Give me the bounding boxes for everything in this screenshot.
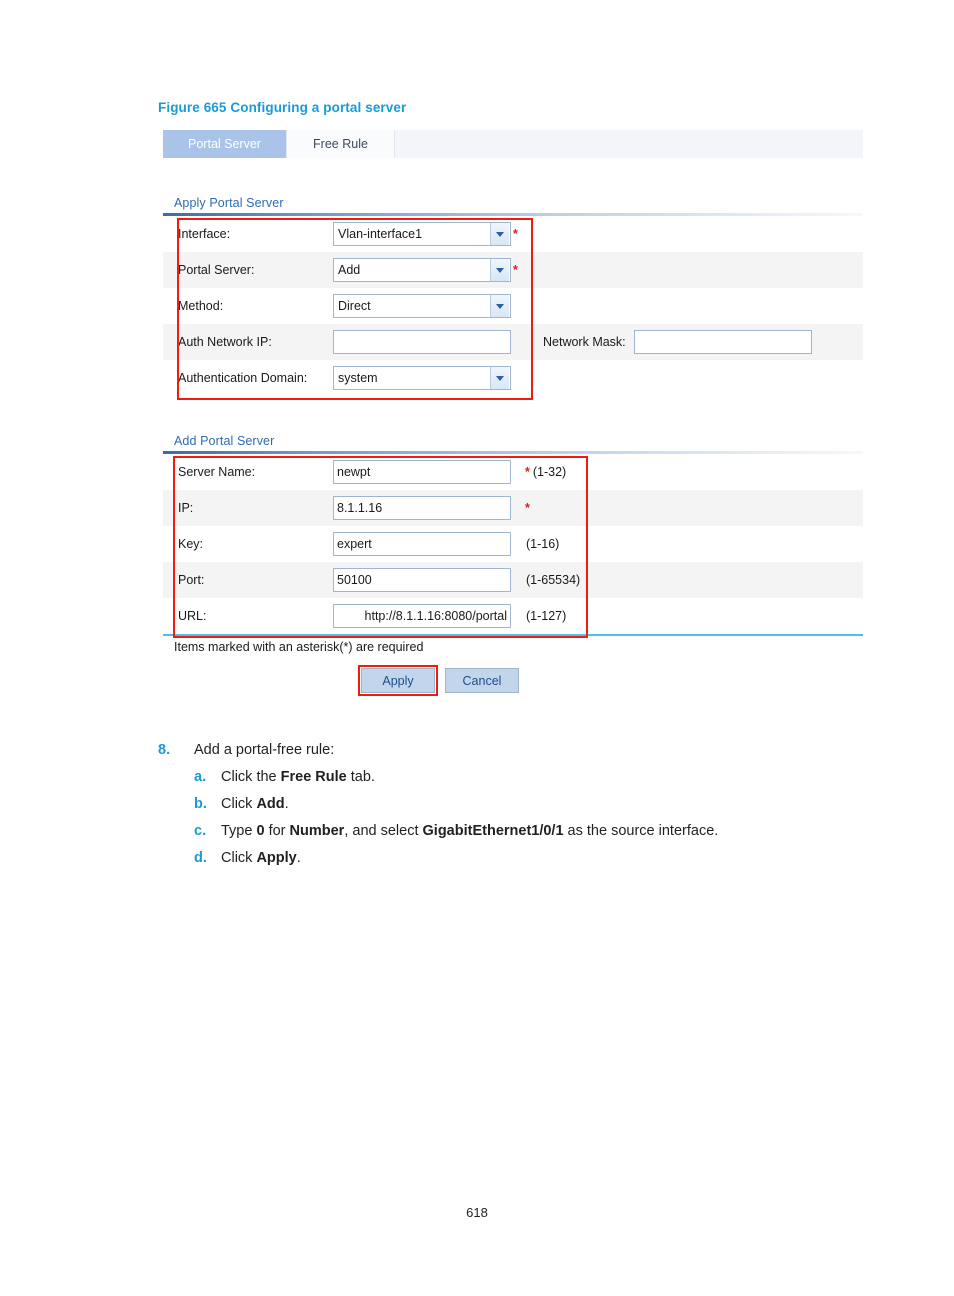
row-ip: IP: 8.1.1.16 * xyxy=(163,490,863,526)
substep-c-text: Type 0 for Number, and select GigabitEth… xyxy=(221,823,719,839)
chevron-down-icon[interactable] xyxy=(490,223,509,245)
substep-c-marker: c. xyxy=(194,823,207,839)
server-name-range: (1-32) xyxy=(532,465,567,479)
row-method: Method: Direct xyxy=(163,288,863,324)
row-portal-server: Portal Server: Add * xyxy=(163,252,863,288)
key-range: (1-16) xyxy=(526,537,560,551)
row-url: URL: http://8.1.1.16:8080/portal (1-127) xyxy=(163,598,863,634)
apply-portal-server-section: Apply Portal Server Interface: Vlan-inte… xyxy=(163,196,863,400)
field-ip: 8.1.1.16 xyxy=(333,496,523,520)
add-portal-server-title: Add Portal Server xyxy=(174,434,275,448)
field-url: http://8.1.1.16:8080/portal xyxy=(333,604,523,628)
required-asterisk: * xyxy=(513,263,518,277)
field-server-name: newpt xyxy=(333,460,523,484)
substep-a-text: Click the Free Rule tab. xyxy=(221,769,375,785)
document-page: Figure 665 Configuring a portal server P… xyxy=(0,0,954,1296)
required-note: Items marked with an asterisk(*) are req… xyxy=(174,640,424,654)
chevron-down-icon[interactable] xyxy=(490,367,509,389)
tab-bar: Portal Server Free Rule xyxy=(163,130,863,158)
row-authentication-domain: Authentication Domain: system xyxy=(163,360,863,396)
label-authentication-domain: Authentication Domain: xyxy=(178,371,308,385)
tab-portal-server-label: Portal Server xyxy=(188,137,261,151)
field-authentication-domain: system xyxy=(333,366,523,390)
label-ip: IP: xyxy=(178,501,194,515)
apply-button[interactable]: Apply xyxy=(361,668,435,693)
label-port: Port: xyxy=(178,573,205,587)
button-row: Apply Cancel xyxy=(163,665,863,696)
chevron-down-icon[interactable] xyxy=(490,295,509,317)
tab-free-rule-label: Free Rule xyxy=(313,137,368,151)
instruction-list: 8. Add a portal-free rule: a. Click the … xyxy=(158,737,858,872)
row-interface: Interface: Vlan-interface1 * xyxy=(163,216,863,252)
figure-caption: Figure 665 Configuring a portal server xyxy=(158,100,407,115)
chevron-down-icon[interactable] xyxy=(490,259,509,281)
portal-server-select-value: Add xyxy=(338,263,361,277)
port-input[interactable]: 50100 xyxy=(333,568,511,592)
field-auth-network-ip xyxy=(333,330,523,354)
page-number: 618 xyxy=(466,1205,488,1220)
url-range: (1-127) xyxy=(526,609,567,623)
row-key: Key: expert (1-16) xyxy=(163,526,863,562)
field-key: expert xyxy=(333,532,523,556)
auth-network-ip-input[interactable] xyxy=(333,330,511,354)
method-select[interactable]: Direct xyxy=(333,294,511,318)
add-portal-server-rows: Server Name: newpt * (1-32) IP: 8.1.1.16… xyxy=(163,454,863,634)
portal-server-select[interactable]: Add xyxy=(333,258,511,282)
interface-select[interactable]: Vlan-interface1 xyxy=(333,222,511,246)
server-name-input[interactable]: newpt xyxy=(333,460,511,484)
substep-b: b. Click Add. xyxy=(158,791,858,818)
field-interface: Vlan-interface1 * xyxy=(333,222,523,246)
interface-select-value: Vlan-interface1 xyxy=(338,227,423,241)
substep-a-marker: a. xyxy=(194,769,207,785)
field-portal-server: Add * xyxy=(333,258,523,282)
label-method: Method: xyxy=(178,299,224,313)
row-port: Port: 50100 (1-65534) xyxy=(163,562,863,598)
substep-c: c. Type 0 for Number, and select Gigabit… xyxy=(158,818,858,845)
step-8-marker: 8. xyxy=(158,742,171,758)
field-method: Direct xyxy=(333,294,523,318)
network-mask-input[interactable] xyxy=(633,330,812,354)
label-server-name: Server Name: xyxy=(178,465,256,479)
substep-b-text: Click Add. xyxy=(221,796,289,812)
label-auth-network-ip: Auth Network IP: xyxy=(178,335,272,349)
method-select-value: Direct xyxy=(338,299,371,313)
substep-a: a. Click the Free Rule tab. xyxy=(158,764,858,791)
label-interface: Interface: xyxy=(178,227,231,241)
ip-input[interactable]: 8.1.1.16 xyxy=(333,496,511,520)
step-8-text: Add a portal-free rule: xyxy=(194,742,335,758)
step-8: 8. Add a portal-free rule: xyxy=(158,737,858,764)
required-asterisk: * xyxy=(525,465,530,479)
tab-bar-filler xyxy=(395,130,863,158)
label-network-mask: Network Mask: xyxy=(543,335,626,349)
key-input[interactable]: expert xyxy=(333,532,511,556)
tab-portal-server[interactable]: Portal Server xyxy=(163,130,287,158)
authentication-domain-select-value: system xyxy=(338,371,378,385)
url-input[interactable]: http://8.1.1.16:8080/portal xyxy=(333,604,511,628)
apply-portal-server-rows: Interface: Vlan-interface1 * Portal Serv… xyxy=(163,216,863,396)
add-portal-server-section: Add Portal Server Server Name: newpt * (… xyxy=(163,434,863,638)
label-url: URL: xyxy=(178,609,207,623)
required-asterisk: * xyxy=(513,227,518,241)
ui-screenshot: Portal Server Free Rule Apply Portal Ser… xyxy=(163,130,863,696)
port-range: (1-65534) xyxy=(526,573,581,587)
substep-d-text: Click Apply. xyxy=(221,850,301,866)
row-server-name: Server Name: newpt * (1-32) xyxy=(163,454,863,490)
field-port: 50100 xyxy=(333,568,523,592)
required-asterisk: * xyxy=(525,501,530,515)
row-auth-network-ip: Auth Network IP: Network Mask: xyxy=(163,324,863,360)
tab-free-rule[interactable]: Free Rule xyxy=(287,130,395,158)
network-mask-group: Network Mask: xyxy=(543,330,812,354)
substep-b-marker: b. xyxy=(194,796,207,812)
label-key: Key: xyxy=(178,537,204,551)
apply-button-wrap: Apply xyxy=(358,665,438,696)
authentication-domain-select[interactable]: system xyxy=(333,366,511,390)
substep-d: d. Click Apply. xyxy=(158,845,858,872)
cancel-button[interactable]: Cancel xyxy=(445,668,519,693)
apply-portal-server-title: Apply Portal Server xyxy=(174,196,284,210)
substep-d-marker: d. xyxy=(194,850,207,866)
label-portal-server: Portal Server: xyxy=(178,263,255,277)
